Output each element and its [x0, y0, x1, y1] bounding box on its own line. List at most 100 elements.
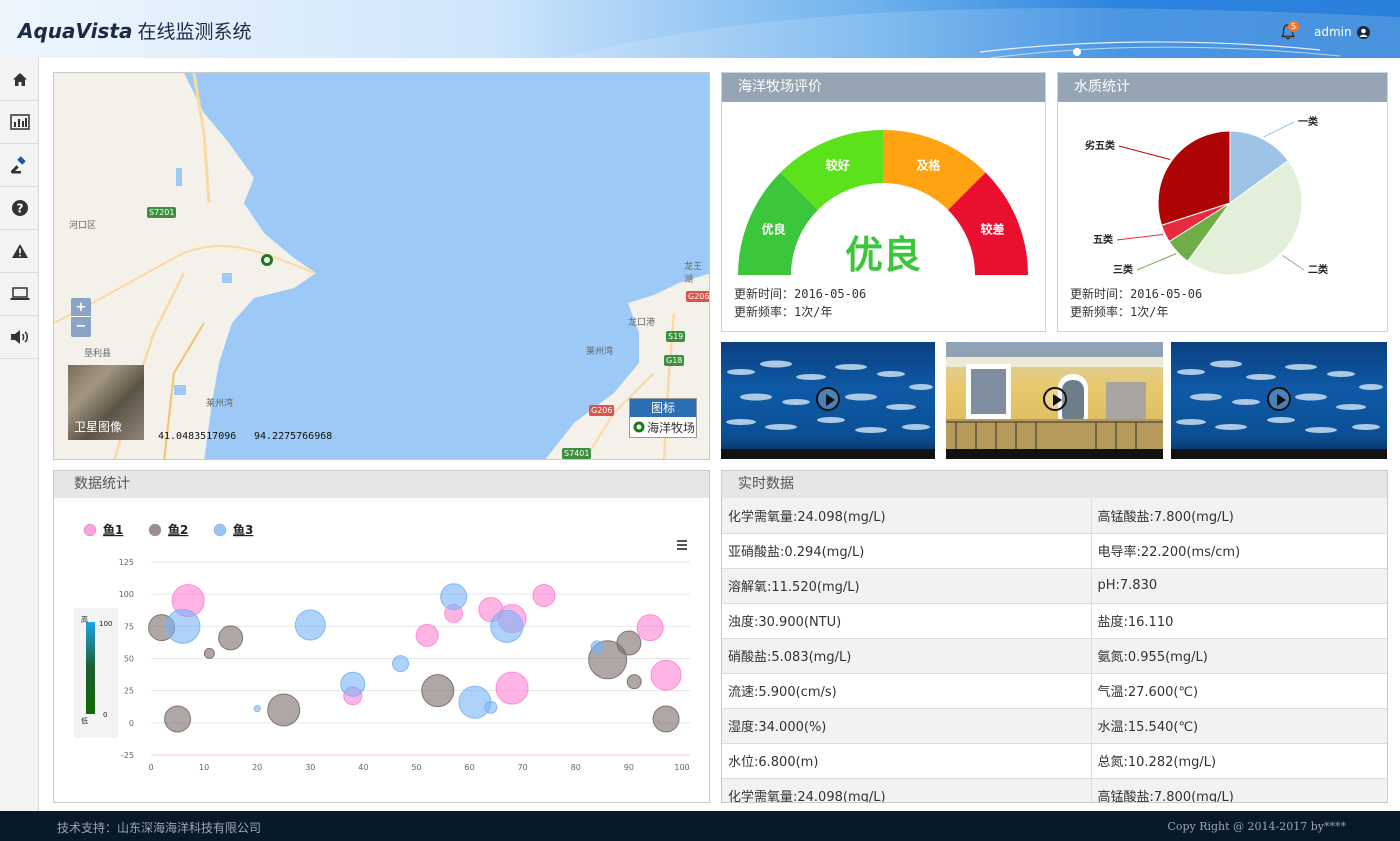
bubble-2[interactable] — [626, 674, 642, 690]
x-tick-label: 20 — [252, 763, 262, 772]
sidebar-item-home[interactable] — [0, 58, 39, 101]
pie-label-line — [1116, 234, 1164, 241]
map-road-sign: S7401 — [562, 448, 592, 459]
bubble-3[interactable] — [165, 608, 201, 644]
home-icon — [12, 72, 27, 86]
sidebar-item-device[interactable] — [0, 273, 39, 316]
ranch-marker-icon — [633, 421, 645, 433]
bubble-3[interactable] — [392, 655, 410, 673]
pie-label-line — [1118, 145, 1171, 160]
video-player-2[interactable] — [946, 342, 1163, 459]
sidebar-item-help[interactable]: ? — [0, 187, 39, 230]
map-place-label: 龙口港 — [628, 318, 656, 328]
y-tick-label: -25 — [121, 751, 134, 760]
map-panel[interactable]: 河口区 垦利县 莱州湾 龙王湖 龙口港 莱州湾 S7201 G206 S19 G… — [53, 72, 710, 460]
bubble-3[interactable] — [253, 705, 261, 713]
map-road-sign: G18 — [664, 355, 685, 366]
video-controls[interactable] — [1171, 449, 1387, 459]
play-icon[interactable] — [1042, 386, 1067, 411]
bubble-3[interactable] — [440, 583, 468, 611]
pie-slice-label: 一类 — [1298, 115, 1318, 128]
table-row: 化学需氧量:24.098(mg/L) 高锰酸盐:7.800(mg/L) — [722, 498, 1387, 534]
satellite-toggle[interactable]: 卫星图像 — [68, 365, 144, 440]
y-tick-label: 50 — [124, 655, 134, 664]
map-road-sign: S19 — [666, 331, 686, 342]
bubble-3[interactable] — [458, 685, 492, 719]
longitude-readout: 94.2275766968 — [254, 431, 333, 442]
bubble-1[interactable] — [495, 671, 529, 705]
bubble-3[interactable] — [484, 700, 498, 714]
header: AquaVista 在线监测系统 5 admin — [0, 0, 1400, 58]
bubble-1[interactable] — [415, 623, 439, 647]
map-road-sign: S7201 — [147, 207, 177, 218]
bubble-1[interactable] — [636, 614, 664, 642]
header-decoration — [560, 8, 1400, 58]
play-icon[interactable] — [816, 386, 840, 411]
color-scale-min-label: 0 — [103, 711, 107, 719]
bubble-1[interactable] — [650, 659, 682, 691]
legend-label[interactable]: 鱼2 — [168, 522, 188, 537]
bubble-1[interactable] — [532, 583, 556, 607]
legend-marker[interactable] — [213, 523, 227, 537]
gauge-value-label: 优良 — [845, 233, 921, 277]
y-tick-label: 0 — [129, 719, 134, 728]
menu-icon[interactable] — [677, 540, 687, 550]
x-tick-label: 10 — [199, 763, 209, 772]
y-tick-label: 75 — [124, 622, 134, 631]
map-place-label: 莱州湾 — [586, 347, 614, 357]
bubble-2[interactable] — [203, 647, 215, 659]
bubble-3[interactable] — [490, 609, 524, 643]
sidebar-item-broadcast[interactable] — [0, 316, 39, 359]
table-cell: 高锰酸盐:7.800(mg/L) — [1091, 498, 1387, 534]
play-icon[interactable] — [1267, 386, 1291, 411]
x-tick-label: 40 — [358, 763, 368, 772]
table-row: 浊度:30.900(NTU) 盐度:16.110 — [722, 603, 1387, 639]
sidebar-item-tools[interactable] — [0, 144, 39, 187]
video-player-1[interactable] — [721, 342, 935, 459]
gauge-segment-label: 较差 — [980, 222, 1004, 237]
laptop-icon — [10, 287, 29, 300]
user-icon — [1356, 25, 1370, 39]
legend-label[interactable]: 鱼3 — [233, 522, 253, 537]
user-menu[interactable]: admin — [1314, 25, 1370, 39]
gavel-icon — [10, 156, 26, 174]
sidebar-item-statistics[interactable] — [0, 101, 39, 144]
x-tick-label: 70 — [518, 763, 528, 772]
bubble-2[interactable] — [652, 705, 680, 733]
legend-title: 图标 — [630, 399, 696, 417]
map-canvas[interactable] — [54, 73, 710, 460]
legend-label[interactable]: 鱼1 — [103, 522, 123, 537]
map-legend: 图标 海洋牧场 — [629, 398, 697, 438]
zoom-in-button[interactable]: + — [71, 298, 91, 317]
color-scale-low-label: 低 — [81, 716, 88, 725]
bubble-3[interactable] — [340, 671, 366, 697]
realtime-data-panel: 实时数据 化学需氧量:24.098(mg/L) 高锰酸盐:7.800(mg/L) 亚… — [721, 470, 1388, 803]
pie-label-line — [1282, 254, 1305, 271]
table-row: 溶解氧:11.520(mg/L) pH:7.830 — [722, 568, 1387, 604]
x-tick-label: 50 — [411, 763, 421, 772]
bubble-2[interactable] — [616, 630, 642, 656]
bubble-2[interactable] — [218, 625, 244, 651]
bubble-3[interactable] — [294, 609, 326, 641]
x-tick-label: 100 — [674, 763, 689, 772]
y-tick-label: 25 — [124, 687, 134, 696]
bubble-chart[interactable]: 鱼1 鱼2 鱼3 -25 0 25 50 75 100 125 0 10 20 30 40 50 60 70 80 9… — [54, 498, 709, 802]
notification-badge: 5 — [1288, 21, 1299, 32]
bubble-2[interactable] — [421, 674, 455, 708]
bubble-2[interactable] — [267, 693, 301, 727]
sidebar-item-alarm[interactable] — [0, 230, 39, 273]
legend-marker[interactable] — [148, 523, 162, 537]
panel-title: 水质统计 — [1058, 73, 1387, 102]
help-icon: ? — [11, 200, 28, 216]
water-quality-pie-chart: 一类二类 三类 五类 劣五类 — [1085, 115, 1328, 276]
video-player-3[interactable] — [1171, 342, 1387, 459]
video-controls[interactable] — [946, 449, 1163, 459]
sidebar: ? — [0, 58, 39, 811]
table-cell: 氨氮:0.955(mg/L) — [1091, 638, 1387, 674]
legend-marker[interactable] — [83, 523, 97, 537]
video-controls[interactable] — [721, 449, 935, 459]
bubble-2[interactable] — [164, 705, 192, 733]
zoom-out-button[interactable]: − — [71, 317, 91, 336]
bubble-3[interactable] — [590, 640, 604, 654]
color-scale-high-label: 高 — [81, 615, 88, 624]
